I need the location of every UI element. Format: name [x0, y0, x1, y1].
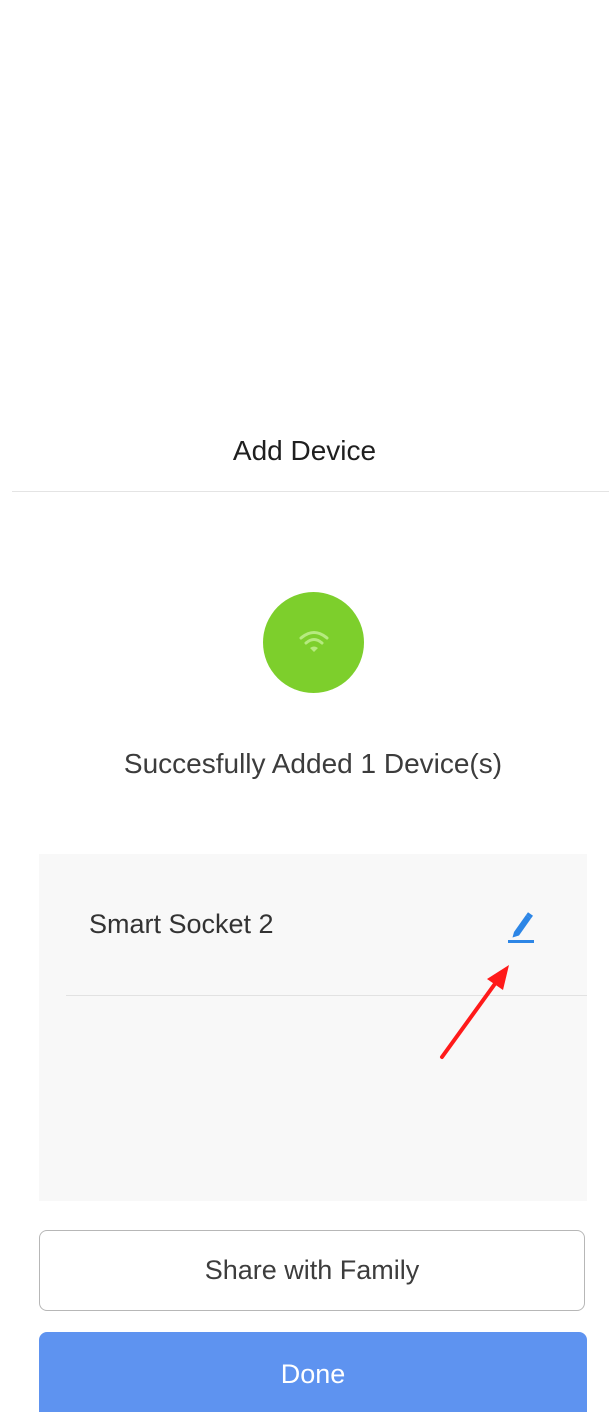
success-status-badge [263, 592, 364, 693]
share-with-family-button[interactable]: Share with Family [39, 1230, 585, 1311]
done-button[interactable]: Done [39, 1332, 587, 1412]
edit-device-name-button[interactable] [501, 906, 541, 946]
device-name: Smart Socket 2 [89, 909, 274, 939]
success-message: Succesfully Added 1 Device(s) [123, 748, 503, 779]
page-title: Add Device [232, 435, 377, 466]
red-arrow-annotation [440, 965, 509, 1059]
pencil-icon [508, 912, 534, 943]
wifi-icon [299, 631, 329, 652]
header-divider [12, 491, 609, 492]
